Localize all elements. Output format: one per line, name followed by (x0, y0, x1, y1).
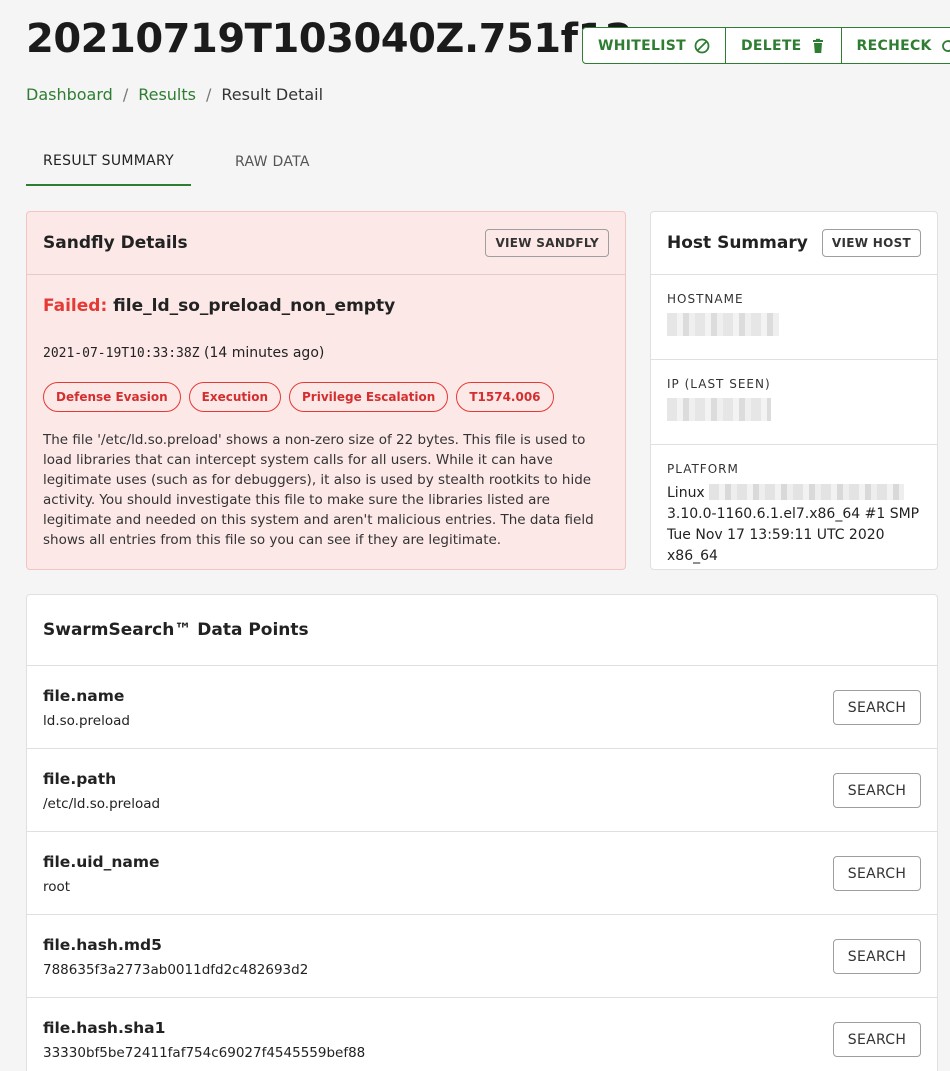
page-title: 20210719T103040Z.751f12… (26, 16, 672, 62)
search-button[interactable]: SEARCH (833, 690, 921, 725)
host-summary-card: Host Summary VIEW HOST HOSTNAME IP (LAST… (650, 211, 938, 570)
search-button[interactable]: SEARCH (833, 939, 921, 974)
hostname-redacted (667, 313, 779, 336)
sandfly-details-card: Sandfly Details VIEW SANDFLY Failed: fil… (26, 211, 626, 570)
breadcrumb-current: Result Detail (221, 85, 324, 104)
breadcrumb-separator: / (205, 85, 212, 104)
trash-icon (810, 38, 826, 54)
host-card-header: Host Summary VIEW HOST (651, 212, 937, 275)
platform-details: 3.10.0-1160.6.1.el7.x86_64 #1 SMP Tue No… (667, 506, 920, 564)
recheck-button[interactable]: RECHECK (842, 28, 950, 63)
host-card-title: Host Summary (667, 233, 808, 253)
timestamp: 2021-07-19T10:33:38Z (43, 346, 200, 361)
swarm-card-header: SwarmSearch™ Data Points (27, 595, 937, 666)
view-host-button[interactable]: VIEW HOST (821, 229, 921, 257)
tag-defense-evasion[interactable]: Defense Evasion (43, 382, 181, 412)
sandfly-description: The file '/etc/ld.so.preload' shows a no… (43, 432, 594, 548)
view-sandfly-button[interactable]: VIEW SANDFLY (485, 229, 609, 257)
tag-execution[interactable]: Execution (188, 382, 281, 412)
platform-value: Linux 3.10.0-1160.6.1.el7.x86_64 #1 SMP … (667, 483, 921, 567)
data-point-key: file.uid_name (43, 853, 160, 871)
platform-section: PLATFORM Linux 3.10.0-1160.6.1.el7.x86_6… (651, 445, 937, 567)
relative-time: (14 minutes ago) (204, 345, 325, 361)
failed-status-label: Failed: (43, 296, 108, 316)
whitelist-button-label: WHITELIST (598, 37, 686, 54)
data-point-key: file.hash.sha1 (43, 1019, 166, 1037)
data-point-value: 33330bf5be72411faf754c69027f4545559bef88 (43, 1045, 366, 1061)
block-icon (694, 38, 710, 54)
data-point-value: /etc/ld.so.preload (43, 796, 161, 812)
recheck-button-label: RECHECK (856, 37, 932, 54)
tag-t1574-006[interactable]: T1574.006 (456, 382, 554, 412)
data-point-key: file.hash.md5 (43, 936, 162, 954)
tag-list: Defense Evasion Execution Privilege Esca… (43, 382, 554, 412)
data-point-row: file.hash.md5 788635f3a2773ab0011dfd2c48… (27, 915, 937, 998)
failed-line: Failed: file_ld_so_preload_non_empty (43, 296, 395, 316)
search-button[interactable]: SEARCH (833, 856, 921, 891)
swarm-card-title: SwarmSearch™ Data Points (43, 620, 309, 640)
sandfly-card-header: Sandfly Details VIEW SANDFLY (27, 212, 625, 275)
ip-section: IP (LAST SEEN) (651, 360, 937, 445)
data-point-row: file.path /etc/ld.so.preload SEARCH (27, 749, 937, 832)
platform-label: PLATFORM (667, 462, 739, 476)
data-point-value: ld.so.preload (43, 713, 130, 729)
data-point-row: file.hash.sha1 33330bf5be72411faf754c690… (27, 998, 937, 1071)
breadcrumb-dashboard[interactable]: Dashboard (26, 85, 113, 104)
platform-prefix: Linux (667, 485, 705, 501)
delete-button[interactable]: DELETE (726, 28, 842, 63)
sandfly-card-title: Sandfly Details (43, 233, 188, 253)
delete-button-label: DELETE (740, 37, 802, 54)
tab-raw-data[interactable]: RAW DATA (191, 138, 327, 186)
data-point-value: 788635f3a2773ab0011dfd2c482693d2 (43, 962, 309, 978)
tab-bar: RESULT SUMMARY RAW DATA (26, 138, 327, 186)
data-point-row: file.name ld.so.preload SEARCH (27, 666, 937, 749)
swarmsearch-card: SwarmSearch™ Data Points file.name ld.so… (26, 594, 938, 1071)
hostname-label: HOSTNAME (667, 292, 744, 306)
breadcrumb-results[interactable]: Results (138, 85, 196, 104)
breadcrumb: Dashboard / Results / Result Detail (26, 85, 323, 104)
data-point-key: file.path (43, 770, 117, 788)
breadcrumb-separator: / (122, 85, 129, 104)
data-point-row: file.uid_name root SEARCH (27, 832, 937, 915)
sandfly-name: file_ld_so_preload_non_empty (113, 296, 396, 316)
timestamp-line: 2021-07-19T10:33:38Z (14 minutes ago) (43, 345, 324, 361)
tag-privilege-escalation[interactable]: Privilege Escalation (289, 382, 449, 412)
whitelist-button[interactable]: WHITELIST (583, 28, 726, 63)
action-button-group: WHITELIST DELETE RECHECK (582, 27, 950, 64)
data-point-value: root (43, 879, 71, 895)
data-point-key: file.name (43, 687, 125, 705)
ip-label: IP (LAST SEEN) (667, 377, 771, 391)
tab-result-summary[interactable]: RESULT SUMMARY (26, 138, 192, 186)
search-button[interactable]: SEARCH (833, 1022, 921, 1057)
platform-redacted (709, 484, 905, 500)
refresh-icon (940, 38, 950, 54)
search-button[interactable]: SEARCH (833, 773, 921, 808)
ip-redacted (667, 398, 771, 421)
hostname-section: HOSTNAME (651, 275, 937, 360)
